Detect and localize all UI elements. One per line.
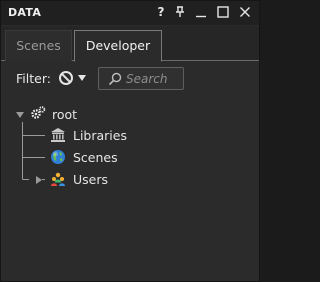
search-box[interactable]: [98, 67, 184, 90]
help-button[interactable]: ?: [153, 4, 169, 20]
no-filter-icon: [59, 71, 73, 85]
tree-node-users[interactable]: Users: [1, 170, 201, 190]
search-icon: [108, 72, 122, 86]
gears-icon: [31, 106, 46, 119]
minimize-button[interactable]: [193, 4, 209, 20]
data-panel: DATA ? Scenes Developer Filter: Search r…: [0, 0, 260, 282]
tree-view: root Libraries Scenes Users: [1, 97, 259, 277]
tree-node-label: root: [52, 107, 78, 122]
tree-node-scenes[interactable]: Scenes: [1, 148, 201, 168]
minimize-icon: [196, 15, 206, 18]
panel-title: DATA: [8, 6, 42, 19]
collapsed-triangle-icon[interactable]: [34, 175, 44, 185]
close-icon: [240, 7, 250, 17]
tree-node-label: Users: [73, 172, 109, 187]
tab-scenes[interactable]: Scenes: [5, 30, 72, 61]
filter-dropdown-button[interactable]: [58, 68, 92, 88]
pin-button[interactable]: [172, 4, 188, 20]
search-input[interactable]: [126, 70, 180, 87]
tab-bar: Scenes Developer: [1, 26, 259, 62]
expanded-triangle-icon[interactable]: [15, 110, 25, 120]
tree-node-label: Scenes: [73, 150, 118, 165]
tree-node-root[interactable]: root: [1, 105, 151, 125]
tree-node-label: Libraries: [73, 128, 127, 143]
close-button[interactable]: [237, 4, 253, 20]
maximize-icon: [217, 6, 229, 18]
pin-icon: [176, 6, 184, 17]
tree-node-libraries[interactable]: Libraries: [1, 126, 201, 146]
library-icon: [51, 128, 65, 142]
globe-icon: [51, 150, 65, 164]
filter-label: Filter:: [16, 71, 51, 86]
chevron-down-icon: [78, 75, 86, 81]
tab-developer[interactable]: Developer: [74, 30, 162, 62]
users-icon: [51, 172, 65, 186]
maximize-button[interactable]: [215, 4, 231, 20]
title-bar[interactable]: DATA ?: [1, 1, 259, 25]
